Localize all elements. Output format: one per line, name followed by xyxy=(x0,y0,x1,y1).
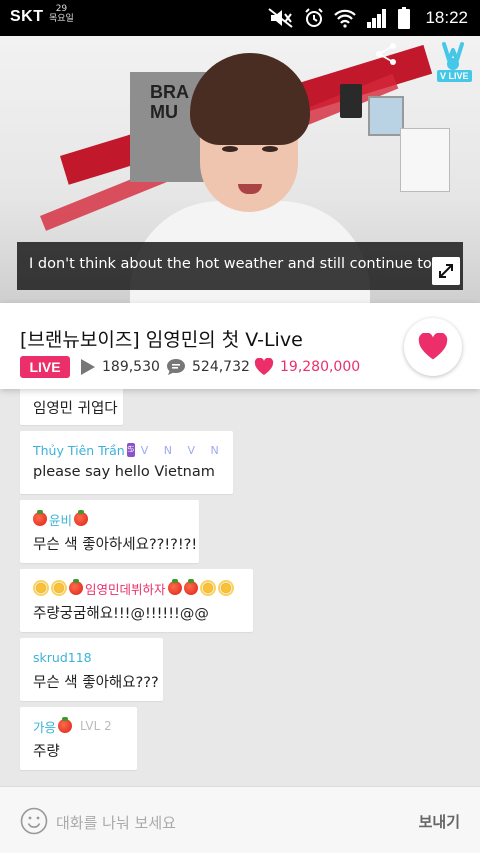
sun-icon xyxy=(201,582,214,594)
send-button[interactable]: 보내기 xyxy=(419,811,460,832)
mute-icon xyxy=(268,8,293,28)
battery-icon xyxy=(398,7,410,29)
tomato-icon xyxy=(74,510,89,526)
video-caption: I don't think about the hot weather and … xyxy=(17,242,463,290)
like-count-value: 19,280,000 xyxy=(280,359,361,375)
heart-button-icon xyxy=(418,333,448,360)
share-icon[interactable] xyxy=(374,42,398,66)
chat-username-suffix: V N V N xyxy=(140,443,225,457)
cancer-zodiac-icon: ♋ xyxy=(126,443,135,457)
chat-message: 임영민 귀엽다 xyxy=(20,389,123,425)
chat-message-text: 무슨 색 좋아해요??? xyxy=(33,675,159,691)
wall-text-line2: MU xyxy=(150,102,178,122)
wifi-icon xyxy=(334,9,356,28)
chat-username[interactable]: Thủy Tiên Trần ♋ V N V N xyxy=(33,440,221,460)
sun-icon xyxy=(53,582,65,594)
sun-icon xyxy=(219,582,232,594)
alarm-icon xyxy=(305,8,323,27)
comment-icon xyxy=(167,359,185,375)
chat-message-text: 무슨 색 좋아하세요??!?!?! xyxy=(33,537,198,553)
view-count-value: 189,530 xyxy=(102,359,160,375)
window xyxy=(368,96,404,136)
chat-input-bar: 대화를 나눠 보세요 보내기 xyxy=(0,786,480,853)
heart-icon xyxy=(254,358,274,375)
chat-username-text: 가응 xyxy=(33,719,57,735)
chat-message: Thủy Tiên Trần ♋ V N V N please say hell… xyxy=(20,431,233,494)
chat-username-text: Thủy Tiên Trần xyxy=(33,442,125,458)
shelf xyxy=(400,128,450,192)
tomato-icon xyxy=(69,579,83,595)
status-date: 29 목요일 xyxy=(49,4,74,24)
live-badge: LIVE xyxy=(20,356,70,378)
chat-message: skrud118 무슨 색 좋아해요??? xyxy=(20,638,163,701)
chat-message-text: please say hello Vietnam xyxy=(33,464,215,480)
status-date-weekday: 목요일 xyxy=(49,14,74,24)
chat-list[interactable]: 임영민 귀엽다 Thủy Tiên Trần ♋ V N V N please … xyxy=(0,389,480,786)
chat-username[interactable]: skrud118 xyxy=(33,647,151,667)
chat-message: 가응 LVL 2 주량 xyxy=(20,707,137,770)
comment-count: 524,732 xyxy=(166,358,250,376)
expand-icon[interactable] xyxy=(432,257,460,285)
chat-input-field[interactable]: 대화를 나눠 보세요 xyxy=(56,812,176,833)
comment-count-value: 524,732 xyxy=(192,359,250,375)
speaker xyxy=(340,84,362,118)
chat-message: 윤비 무슨 색 좋아하세요??!?!?! xyxy=(20,500,199,563)
chat-message: 임영민데뷔하자 주량궁굼해요!!!@!!!!!!@@ xyxy=(20,569,253,632)
person-eye-right xyxy=(262,146,278,152)
tomato-icon xyxy=(183,579,198,595)
wall-text-line1: BRA xyxy=(150,82,189,102)
tomato-icon xyxy=(167,579,182,595)
signal-icon xyxy=(367,9,386,28)
chat-message-text: 주량 xyxy=(33,744,60,760)
user-level-badge: LVL 2 xyxy=(80,719,112,733)
carrier-label: SKT xyxy=(10,8,44,25)
like-count: 19,280,000 xyxy=(254,358,360,376)
chat-username[interactable]: 가응 LVL 2 xyxy=(33,716,125,736)
chat-username-text: skrud118 xyxy=(33,649,92,665)
chat-username-text: 윤비 xyxy=(49,512,73,528)
view-count: 189,530 xyxy=(80,358,160,376)
chat-username[interactable]: 임영민데뷔하자 xyxy=(33,578,241,598)
broadcast-info: [브랜뉴보이즈] 임영민의 첫 V-Live LIVE 189,530 524,… xyxy=(0,303,480,389)
video-player[interactable]: BRA MU V LIVE I don't think about the ho… xyxy=(0,36,480,303)
chat-message-text: 임영민 귀엽다 xyxy=(33,401,118,417)
status-date-day: 29 xyxy=(55,4,68,14)
chat-username-text: 임영민데뷔하자 xyxy=(85,581,166,597)
sun-icon xyxy=(35,582,47,594)
chat-username[interactable]: 윤비 xyxy=(33,509,187,529)
clock: 18:22 xyxy=(425,8,468,27)
emoji-icon[interactable] xyxy=(20,807,48,835)
tomato-icon xyxy=(33,510,47,526)
like-button[interactable] xyxy=(404,318,462,376)
vlive-logo-text: V LIVE xyxy=(437,70,472,82)
person-eye-left xyxy=(222,146,238,152)
tomato-icon xyxy=(58,717,73,733)
broadcast-title: [브랜뉴보이즈] 임영민의 첫 V-Live xyxy=(20,329,303,351)
status-bar: SKT 29 목요일 18:22 xyxy=(0,0,480,36)
play-icon xyxy=(81,359,95,375)
chat-message-text: 주량궁굼해요!!!@!!!!!!@@ xyxy=(33,606,209,622)
wall-text: BRA MU xyxy=(150,82,189,122)
